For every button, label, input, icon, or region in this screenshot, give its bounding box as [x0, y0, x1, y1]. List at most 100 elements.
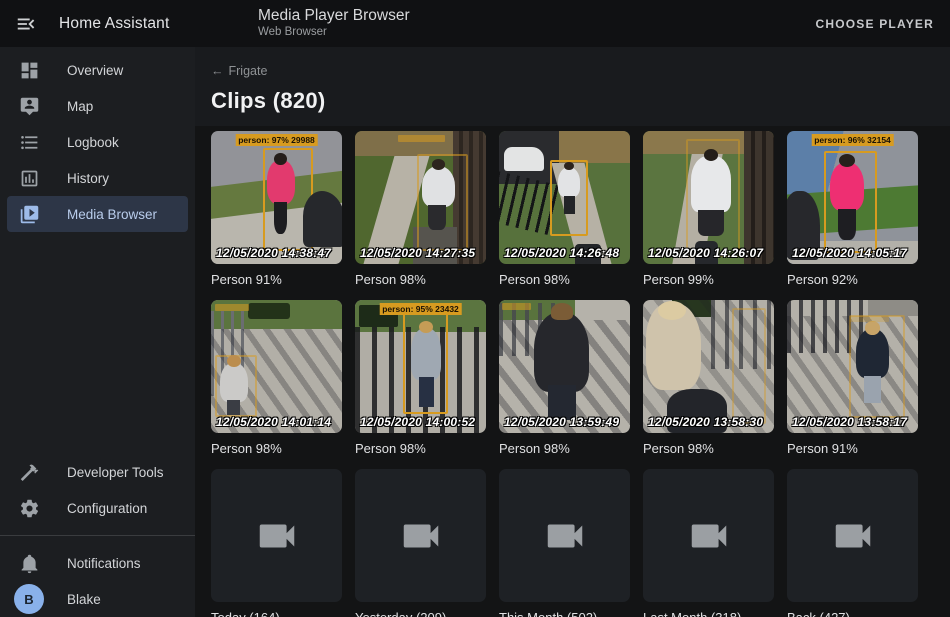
sidebar-item-label: Overview [67, 63, 123, 78]
clip-card[interactable]: person: 96% 32154 12/05/2020 14:05:17 Pe… [787, 131, 918, 287]
sidebar-item-history[interactable]: History [7, 160, 188, 196]
sidebar-item-profile[interactable]: B Blake [7, 581, 188, 617]
breadcrumb[interactable]: ← Frigate [211, 64, 267, 78]
detection-label: person: 96% 32154 [811, 134, 894, 146]
page-title: Clips (820) [211, 88, 934, 114]
clip-caption: Person 98% [499, 272, 630, 287]
timestamp-overlay: 12/05/2020 14:27:35 [360, 246, 475, 260]
clip-card[interactable]: 12/05/2020 14:26:48 Person 98% [499, 131, 630, 287]
clip-card[interactable]: 12/05/2020 13:58:17 Person 91% [787, 300, 918, 456]
person-figure [691, 156, 730, 212]
play-box-multiple-icon [17, 202, 41, 226]
sidebar-item-configuration[interactable]: Configuration [7, 490, 188, 526]
sidebar-item-overview[interactable]: Overview [7, 52, 188, 88]
clip-thumbnail[interactable]: 12/05/2020 13:59:49 [499, 300, 630, 433]
folder-caption: Back (427) [787, 610, 918, 617]
sidebar-item-label: Developer Tools [67, 465, 164, 480]
tooltip-account-icon [17, 94, 41, 118]
clip-caption: Person 92% [787, 272, 918, 287]
folder-thumbnail[interactable] [643, 469, 774, 602]
clip-card[interactable]: 12/05/2020 14:26:07 Person 99% [643, 131, 774, 287]
person-figure [220, 363, 248, 403]
clip-card[interactable]: person: 97% 29988 12/05/2020 14:38:47 Pe… [211, 131, 342, 287]
detection-label-faint [215, 304, 249, 311]
panel-title-block: Media Player Browser Web Browser [258, 7, 410, 38]
person-figure [856, 329, 889, 378]
detection-label-faint [502, 303, 531, 310]
clip-card[interactable]: 12/05/2020 13:58:30 Person 98% [643, 300, 774, 456]
clip-thumbnail[interactable]: person: 97% 29988 12/05/2020 14:38:47 [211, 131, 342, 264]
folder-thumbnail[interactable] [211, 469, 342, 602]
sidebar-item-label: Notifications [67, 556, 141, 571]
sidebar-divider [0, 535, 195, 536]
clip-caption: Person 98% [643, 441, 774, 456]
sidebar-spacer [0, 232, 195, 454]
sidebar-item-developer-tools[interactable]: Developer Tools [7, 454, 188, 490]
person-figure [534, 312, 589, 392]
clip-card[interactable]: 12/05/2020 13:59:49 Person 98% [499, 300, 630, 456]
scene-layer [248, 303, 290, 319]
clip-thumbnail[interactable]: person: 96% 32154 12/05/2020 14:05:17 [787, 131, 918, 264]
chart-box-icon [17, 166, 41, 190]
clip-thumbnail[interactable]: 12/05/2020 14:26:07 [643, 131, 774, 264]
clip-caption: Person 91% [787, 441, 918, 456]
gear-icon [17, 496, 41, 520]
stroller-figure [303, 191, 342, 247]
clip-thumbnail[interactable]: 12/05/2020 13:58:17 [787, 300, 918, 433]
folder-thumbnail[interactable] [355, 469, 486, 602]
clip-caption: Person 99% [643, 272, 774, 287]
folder-card-back[interactable]: Back (427) [787, 469, 918, 617]
menu-open-icon[interactable] [6, 4, 46, 44]
sidebar-item-media-browser[interactable]: Media Browser [7, 196, 188, 232]
clip-card[interactable]: person: 95% 23432 12/05/2020 14:00:52 Pe… [355, 300, 486, 456]
content-header: ← Frigate Clips (820) [195, 47, 950, 126]
person-figure [830, 162, 864, 211]
timestamp-overlay: 12/05/2020 13:59:49 [504, 415, 619, 429]
sidebar-item-label: Configuration [67, 501, 147, 516]
clip-card[interactable]: 12/05/2020 14:01:14 Person 98% [211, 300, 342, 456]
panel-title: Media Player Browser [258, 7, 410, 25]
choose-player-button[interactable]: CHOOSE PLAYER [815, 0, 934, 47]
clip-card[interactable]: 12/05/2020 14:27:35 Person 98% [355, 131, 486, 287]
folder-card-yesterday[interactable]: Yesterday (209) [355, 469, 486, 617]
sidebar-item-label: Logbook [67, 135, 119, 150]
scene-layer [559, 131, 630, 163]
folder-thumbnail[interactable] [499, 469, 630, 602]
media-browser-panel: ← Frigate Clips (820) person: 97% 29988 [195, 47, 950, 617]
breadcrumb-label: Frigate [229, 64, 268, 78]
content-body: person: 97% 29988 12/05/2020 14:38:47 Pe… [195, 126, 950, 617]
clip-thumbnail[interactable]: 12/05/2020 14:26:48 [499, 131, 630, 264]
video-camera-icon [830, 513, 876, 559]
view-dashboard-icon [17, 58, 41, 82]
timestamp-overlay: 12/05/2020 14:26:07 [648, 246, 763, 260]
clip-caption: Person 98% [355, 272, 486, 287]
timestamp-overlay: 12/05/2020 13:58:30 [648, 415, 763, 429]
sidebar-item-map[interactable]: Map [7, 88, 188, 124]
timestamp-overlay: 12/05/2020 14:26:48 [504, 246, 619, 260]
clip-thumbnail[interactable]: 12/05/2020 14:01:14 [211, 300, 342, 433]
scene-layer [453, 131, 486, 264]
hammer-icon [17, 460, 41, 484]
scene-layer [868, 300, 918, 316]
detection-label-faint [398, 135, 445, 142]
list-bulleted-icon [17, 130, 41, 154]
sidebar-item-label: Blake [67, 592, 101, 607]
video-camera-icon [398, 513, 444, 559]
person-figure [646, 303, 701, 391]
timestamp-overlay: 12/05/2020 14:01:14 [216, 415, 331, 429]
clip-caption: Person 98% [211, 441, 342, 456]
folder-card-today[interactable]: Today (164) [211, 469, 342, 617]
folder-card-this-month[interactable]: This Month (502) [499, 469, 630, 617]
clip-thumbnail[interactable]: 12/05/2020 14:27:35 [355, 131, 486, 264]
person-figure [411, 328, 441, 380]
panel-subtitle: Web Browser [258, 26, 410, 38]
folder-caption: Today (164) [211, 610, 342, 617]
clip-caption: Person 91% [211, 272, 342, 287]
sidebar-item-logbook[interactable]: Logbook [7, 124, 188, 160]
folder-card-last-month[interactable]: Last Month (318) [643, 469, 774, 617]
folder-thumbnail[interactable] [787, 469, 918, 602]
clip-thumbnail[interactable]: person: 95% 23432 12/05/2020 14:00:52 [355, 300, 486, 433]
clip-thumbnail[interactable]: 12/05/2020 13:58:30 [643, 300, 774, 433]
detection-label-faint [850, 316, 889, 322]
sidebar-item-notifications[interactable]: Notifications [7, 545, 188, 581]
